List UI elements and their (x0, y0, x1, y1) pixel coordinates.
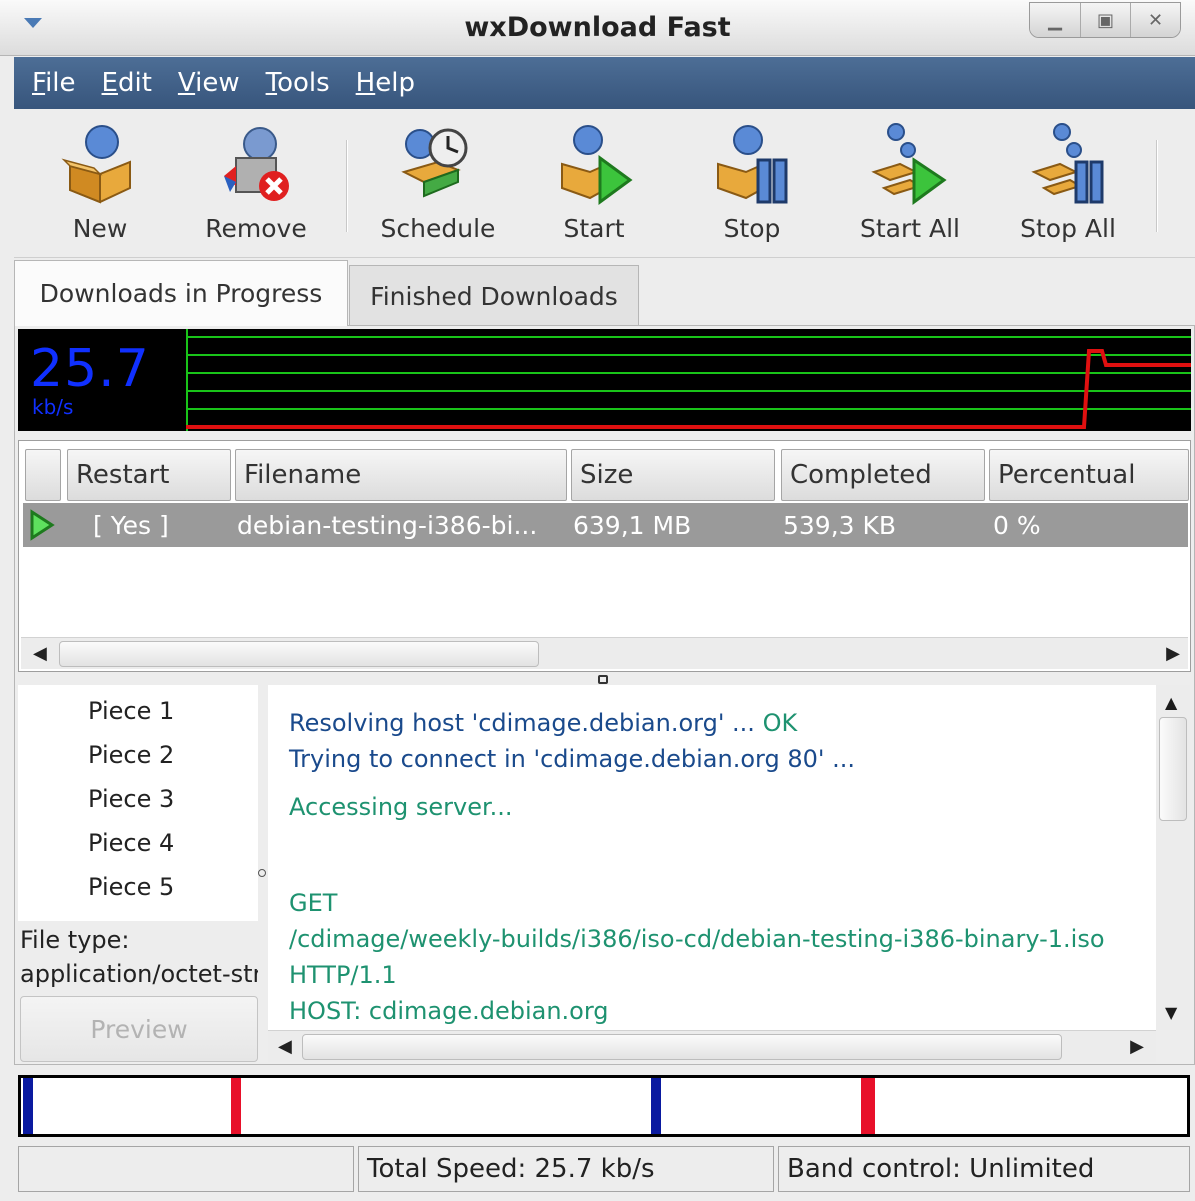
cell-restart: [ Yes ] (93, 511, 169, 540)
column-header-size[interactable]: Size (571, 449, 775, 501)
splitter-handle[interactable] (258, 869, 266, 877)
downloads-table: Restart Filename Size Completed Percentu… (18, 440, 1191, 672)
list-item[interactable]: Piece 4 (88, 829, 174, 857)
log-line-path: /cdimage/weekly-builds/i386/iso-cd/debia… (289, 925, 1105, 953)
list-item[interactable]: Piece 5 (88, 873, 174, 901)
tab-downloads-in-progress[interactable]: Downloads in Progress (14, 260, 348, 326)
schedule-clock-icon (401, 128, 468, 198)
cell-filename: debian-testing-i386-bi... (237, 511, 538, 540)
column-header-restart[interactable]: Restart (67, 449, 231, 501)
scroll-right-icon[interactable]: ▶ (1166, 643, 1180, 664)
scroll-right-icon[interactable]: ▶ (1130, 1036, 1144, 1057)
speed-line (186, 349, 1191, 429)
preview-button[interactable]: Preview (20, 996, 258, 1062)
column-header-filename[interactable]: Filename (235, 449, 567, 501)
log-line-get: GET (289, 889, 338, 917)
speed-chart (186, 329, 1191, 431)
menu-edit[interactable]: Edit (102, 68, 152, 98)
log-line-http: HTTP/1.1 (289, 961, 397, 989)
log-line-accessing: Accessing server... (289, 793, 513, 821)
minimize-button[interactable]: ▁ (1030, 3, 1080, 37)
remove-download-icon (224, 127, 289, 201)
title-bar: wxDownload Fast ▁ ▣ ✕ (0, 0, 1195, 56)
log-horizontal-scrollbar[interactable]: ◀ ▶ (268, 1030, 1156, 1062)
toolbar: New Remove Schedule Start Stop Start All… (14, 110, 1195, 258)
downloading-play-icon (30, 509, 55, 541)
scrollbar-thumb[interactable] (1159, 717, 1187, 821)
stop-button[interactable]: Stop (682, 122, 822, 243)
pieces-list: Piece 1 Piece 2 Piece 3 Piece 4 Piece 5 (18, 685, 258, 921)
status-total-speed: Total Speed: 25.7 kb/s (358, 1146, 774, 1192)
toolbar-separator (1156, 140, 1158, 232)
status-band-control: Band control: Unlimited (778, 1146, 1190, 1192)
cell-percentual: 0 % (993, 511, 1041, 540)
scroll-left-icon[interactable]: ◀ (278, 1036, 292, 1057)
menu-bar: File Edit View Tools Help (14, 57, 1195, 109)
scroll-down-icon[interactable]: ▼ (1165, 1003, 1177, 1022)
stop-pause-icon (717, 125, 788, 204)
status-cell-empty (18, 1146, 354, 1192)
cell-completed: 539,3 KB (783, 511, 897, 540)
piece-marker (231, 1078, 241, 1134)
scroll-left-icon[interactable]: ◀ (33, 643, 47, 664)
splitter-handle[interactable] (598, 675, 608, 684)
maximize-icon: ▣ (1096, 9, 1114, 31)
start-all-icon (871, 123, 947, 205)
log-vertical-scrollbar[interactable]: ▲ ▼ (1156, 685, 1190, 1030)
menu-file[interactable]: File (32, 68, 76, 98)
speed-graph: 25.7 kb/s (18, 329, 1191, 431)
log-line-host: HOST: cdimage.debian.org (289, 997, 609, 1025)
speed-unit: kb/s (32, 395, 74, 419)
column-header-percentual[interactable]: Percentual (989, 449, 1189, 501)
stop-all-button[interactable]: Stop All (998, 122, 1138, 243)
scrollbar-thumb[interactable] (59, 641, 539, 667)
log-line-resolving: Resolving host 'cdimage.debian.org' ... … (289, 709, 798, 737)
list-item[interactable]: Piece 2 (88, 741, 174, 769)
menu-tools[interactable]: Tools (266, 68, 330, 98)
file-type-label: File type: (20, 926, 130, 954)
minimize-icon: ▁ (1048, 9, 1062, 31)
schedule-button[interactable]: Schedule (368, 122, 508, 243)
column-header-completed[interactable]: Completed (781, 449, 985, 501)
toolbar-separator (346, 140, 348, 232)
table-row[interactable]: [ Yes ] debian-testing-i386-bi... 639,1 … (23, 503, 1188, 547)
log-line-trying: Trying to connect in 'cdimage.debian.org… (289, 745, 855, 773)
table-horizontal-scrollbar[interactable]: ◀ ▶ (21, 637, 1188, 669)
pieces-progress-bar (18, 1075, 1190, 1137)
close-button[interactable]: ✕ (1130, 3, 1180, 37)
start-play-icon (561, 125, 633, 205)
piece-marker (651, 1078, 661, 1134)
new-button[interactable]: New (30, 122, 170, 243)
scrollbar-thumb[interactable] (302, 1034, 1062, 1060)
window-controls: ▁ ▣ ✕ (1029, 2, 1181, 38)
piece-marker (23, 1078, 33, 1134)
window-title: wxDownload Fast (464, 12, 731, 43)
file-type-value: application/octet-stream (20, 960, 258, 988)
menu-help[interactable]: Help (356, 68, 415, 98)
list-item[interactable]: Piece 1 (88, 697, 174, 725)
start-button[interactable]: Start (524, 122, 664, 243)
maximize-button[interactable]: ▣ (1080, 3, 1130, 37)
remove-button[interactable]: Remove (186, 122, 326, 243)
close-icon: ✕ (1147, 9, 1164, 31)
scroll-up-icon[interactable]: ▲ (1165, 693, 1177, 712)
stop-all-icon (1031, 123, 1104, 204)
piece-marker (861, 1078, 875, 1134)
current-speed: 25.7 (30, 339, 150, 399)
connection-log: Resolving host 'cdimage.debian.org' ... … (268, 685, 1156, 1030)
tab-finished-downloads[interactable]: Finished Downloads (349, 265, 639, 327)
list-item[interactable]: Piece 3 (88, 785, 174, 813)
start-all-button[interactable]: Start All (840, 122, 980, 243)
column-header-status[interactable] (25, 449, 61, 501)
new-download-icon (61, 125, 131, 204)
cell-size: 639,1 MB (573, 511, 692, 540)
menu-view[interactable]: View (178, 68, 240, 98)
